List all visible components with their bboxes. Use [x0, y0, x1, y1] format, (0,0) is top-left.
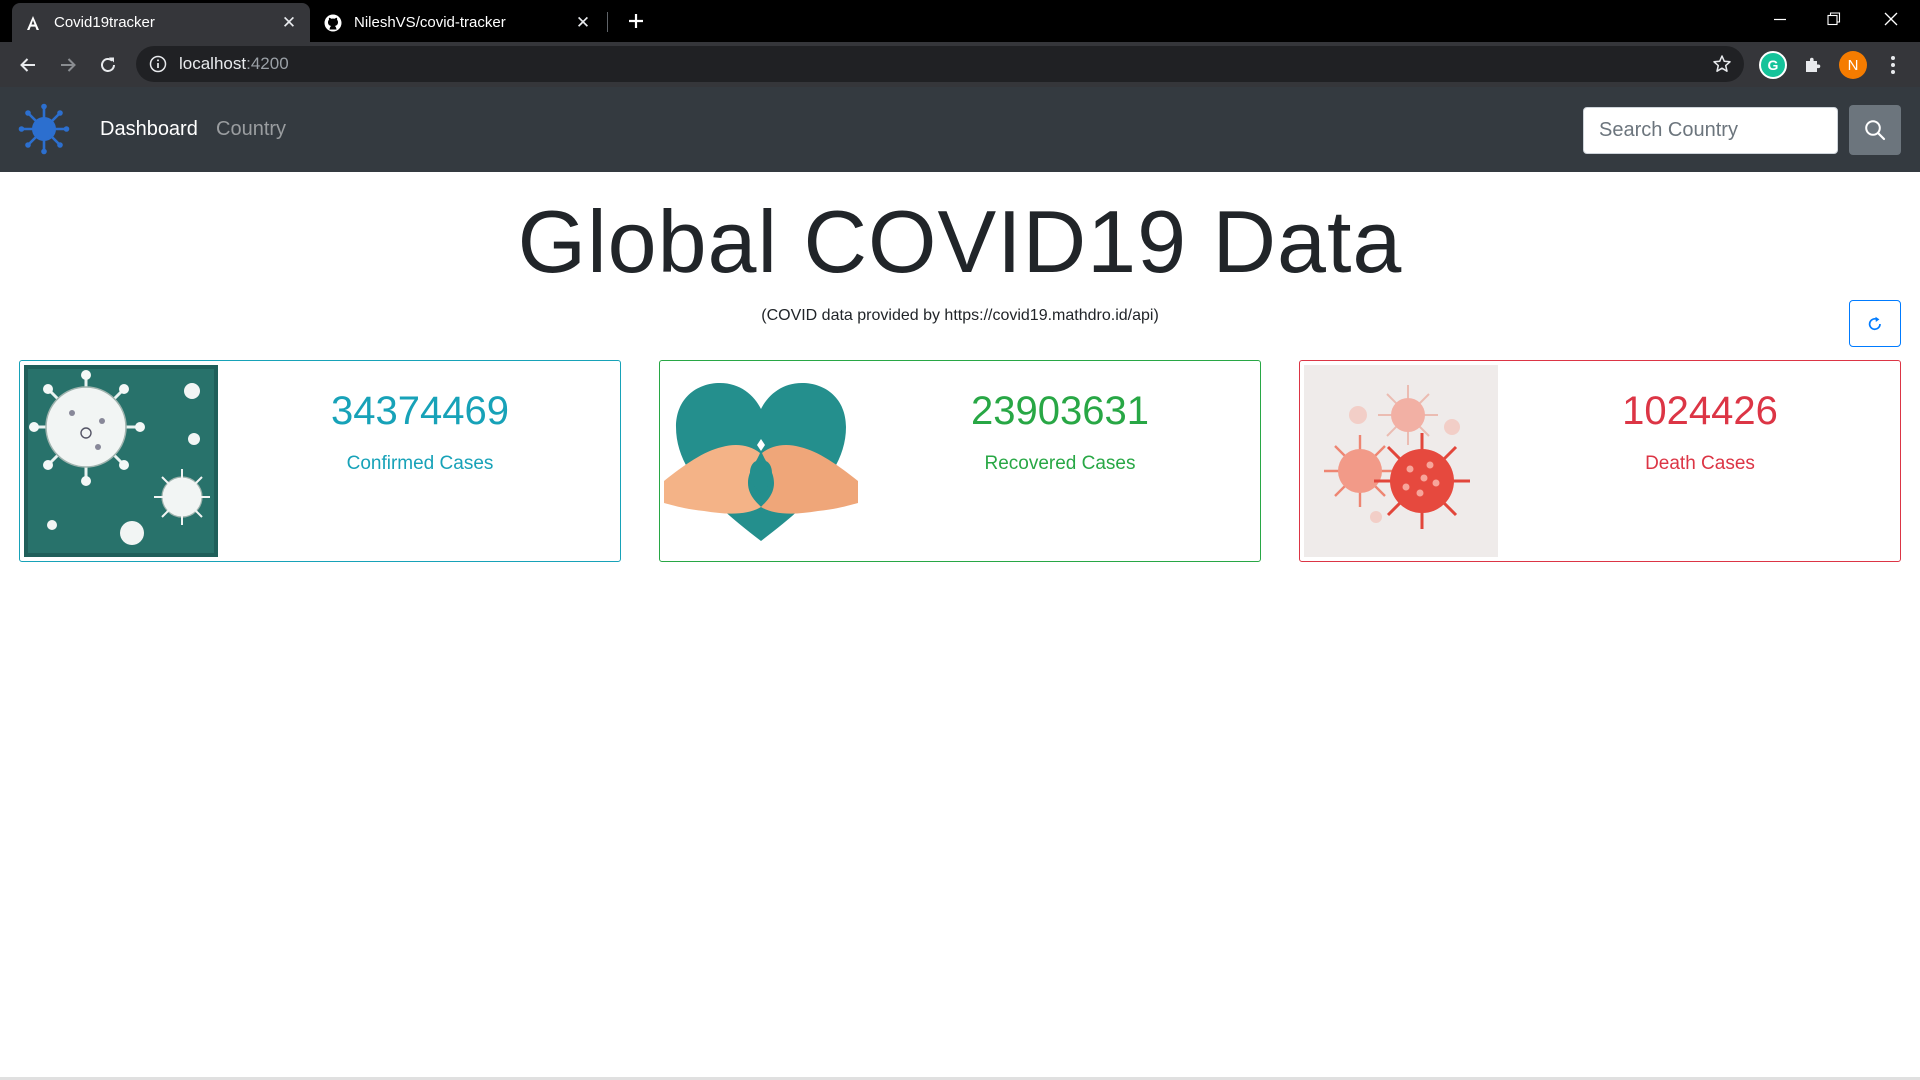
- url-host: localhost: [179, 54, 247, 73]
- data-source-note: (COVID data provided by https://covid19.…: [761, 307, 1159, 324]
- github-logo-icon: [324, 14, 342, 32]
- extensions-puzzle-icon[interactable]: [1799, 51, 1827, 79]
- red-virus-image: [1304, 365, 1498, 557]
- tab-title: Covid19tracker: [54, 14, 155, 31]
- search-icon: [1865, 120, 1886, 141]
- new-tab-button[interactable]: [622, 9, 650, 33]
- confirmed-cases-card: 34374469 Confirmed Cases: [19, 360, 621, 562]
- extension-initial: G: [1767, 57, 1779, 73]
- heart-hands-image: [664, 365, 858, 557]
- virus-logo-icon[interactable]: [18, 103, 70, 155]
- death-cases-card: 1024426 Death Cases: [1299, 360, 1901, 562]
- browser-toolbar: localhost:4200 G N: [0, 42, 1920, 87]
- refresh-button[interactable]: [1849, 300, 1901, 347]
- death-cases-label: Death Cases: [1645, 453, 1755, 474]
- browser-tab-github[interactable]: NileshVS/covid-tracker ✕: [312, 3, 604, 42]
- page-title: Global COVID19 Data: [517, 192, 1403, 291]
- url-text: localhost:4200: [179, 54, 289, 74]
- search-country-input[interactable]: [1583, 107, 1838, 154]
- recovered-cases-value: 23903631: [971, 389, 1149, 433]
- restore-window-button[interactable]: [1806, 0, 1862, 38]
- kebab-menu-icon: [1891, 56, 1895, 74]
- minimize-icon: [1774, 18, 1786, 21]
- confirmed-cases-value: 34374469: [331, 389, 509, 433]
- nav-link-country[interactable]: Country: [216, 118, 286, 141]
- death-cases-value: 1024426: [1622, 389, 1778, 433]
- confirmed-cases-label: Confirmed Cases: [346, 453, 494, 474]
- recovered-cases-card: 23903631 Recovered Cases: [659, 360, 1261, 562]
- app-navbar: Dashboard Country: [0, 87, 1920, 172]
- tab-divider: [607, 12, 608, 32]
- arrow-left-icon: [20, 58, 35, 72]
- browser-menu-button[interactable]: [1879, 51, 1907, 79]
- nav-link-dashboard[interactable]: Dashboard: [100, 118, 198, 141]
- reload-button[interactable]: [93, 50, 123, 80]
- angular-logo-icon: [24, 14, 42, 32]
- profile-avatar[interactable]: N: [1839, 51, 1867, 79]
- restore-icon: [1827, 12, 1841, 26]
- close-tab-icon[interactable]: ✕: [280, 13, 298, 32]
- close-tab-icon[interactable]: ✕: [574, 13, 592, 32]
- close-window-button[interactable]: [1863, 0, 1919, 38]
- reload-icon: [101, 57, 115, 72]
- close-icon: [1884, 12, 1898, 26]
- plus-icon: [629, 14, 643, 28]
- back-button[interactable]: [13, 50, 43, 80]
- browser-tab-strip: Covid19tracker ✕ NileshVS/covid-tracker …: [0, 0, 1920, 42]
- search-button[interactable]: [1849, 105, 1901, 155]
- profile-initial: N: [1847, 56, 1859, 74]
- bookmark-star-icon[interactable]: [1712, 54, 1732, 74]
- grammarly-extension-icon[interactable]: G: [1759, 51, 1787, 79]
- url-port: :4200: [246, 54, 289, 73]
- minimize-window-button[interactable]: [1752, 0, 1808, 38]
- arrow-right-icon: [61, 58, 76, 72]
- address-bar[interactable]: localhost:4200: [136, 46, 1744, 82]
- info-icon[interactable]: [149, 55, 167, 73]
- forward-button[interactable]: [53, 50, 83, 80]
- tab-title: NileshVS/covid-tracker: [354, 14, 506, 31]
- virus-sketch-image: [24, 365, 218, 557]
- recovered-cases-label: Recovered Cases: [984, 453, 1136, 474]
- refresh-icon: [1868, 316, 1881, 330]
- browser-tab-covid19tracker[interactable]: Covid19tracker ✕: [12, 3, 310, 42]
